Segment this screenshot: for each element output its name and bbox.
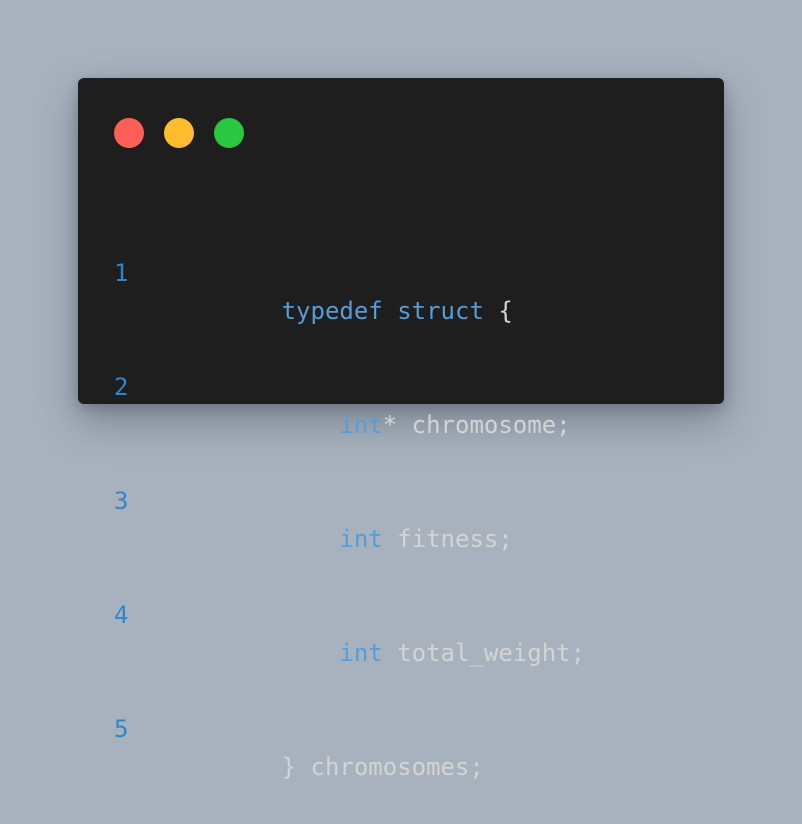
code-token: typedef xyxy=(281,297,383,325)
code-token: struct xyxy=(397,297,484,325)
code-line: 3 int fitness; xyxy=(114,482,704,553)
line-number: 4 xyxy=(114,601,129,629)
line-content: int fitness; xyxy=(166,482,512,553)
close-dot-icon[interactable] xyxy=(114,118,144,148)
line-number: 3 xyxy=(114,487,129,515)
line-content: int total_weight; xyxy=(166,596,585,667)
code-line: 1 typedef struct { xyxy=(114,254,704,325)
line-content: typedef struct { xyxy=(166,254,513,325)
code-line: 5 } chromosomes; xyxy=(114,710,704,781)
code-token: { xyxy=(483,297,513,325)
code-token: int xyxy=(339,639,383,667)
code-token: * chromosome; xyxy=(382,411,571,439)
window-controls xyxy=(114,118,244,148)
line-number: 5 xyxy=(114,715,129,743)
code-token: fitness; xyxy=(382,525,513,553)
code-token: int xyxy=(339,411,383,439)
maximize-dot-icon[interactable] xyxy=(214,118,244,148)
code-block: 1 typedef struct { 2 int* chromosome; 3 … xyxy=(114,178,704,824)
line-number: 2 xyxy=(114,373,129,401)
code-window: 1 typedef struct { 2 int* chromosome; 3 … xyxy=(78,78,724,781)
code-token: int xyxy=(339,525,383,553)
code-token: } chromosomes; xyxy=(281,753,484,781)
code-line: 4 int total_weight; xyxy=(114,596,704,667)
code-line: 2 int* chromosome; xyxy=(114,368,704,439)
code-token: total_weight; xyxy=(382,639,586,667)
minimize-dot-icon[interactable] xyxy=(164,118,194,148)
line-number: 1 xyxy=(114,259,129,287)
line-content: int* chromosome; xyxy=(166,368,570,439)
line-content: } chromosomes; xyxy=(166,710,484,781)
